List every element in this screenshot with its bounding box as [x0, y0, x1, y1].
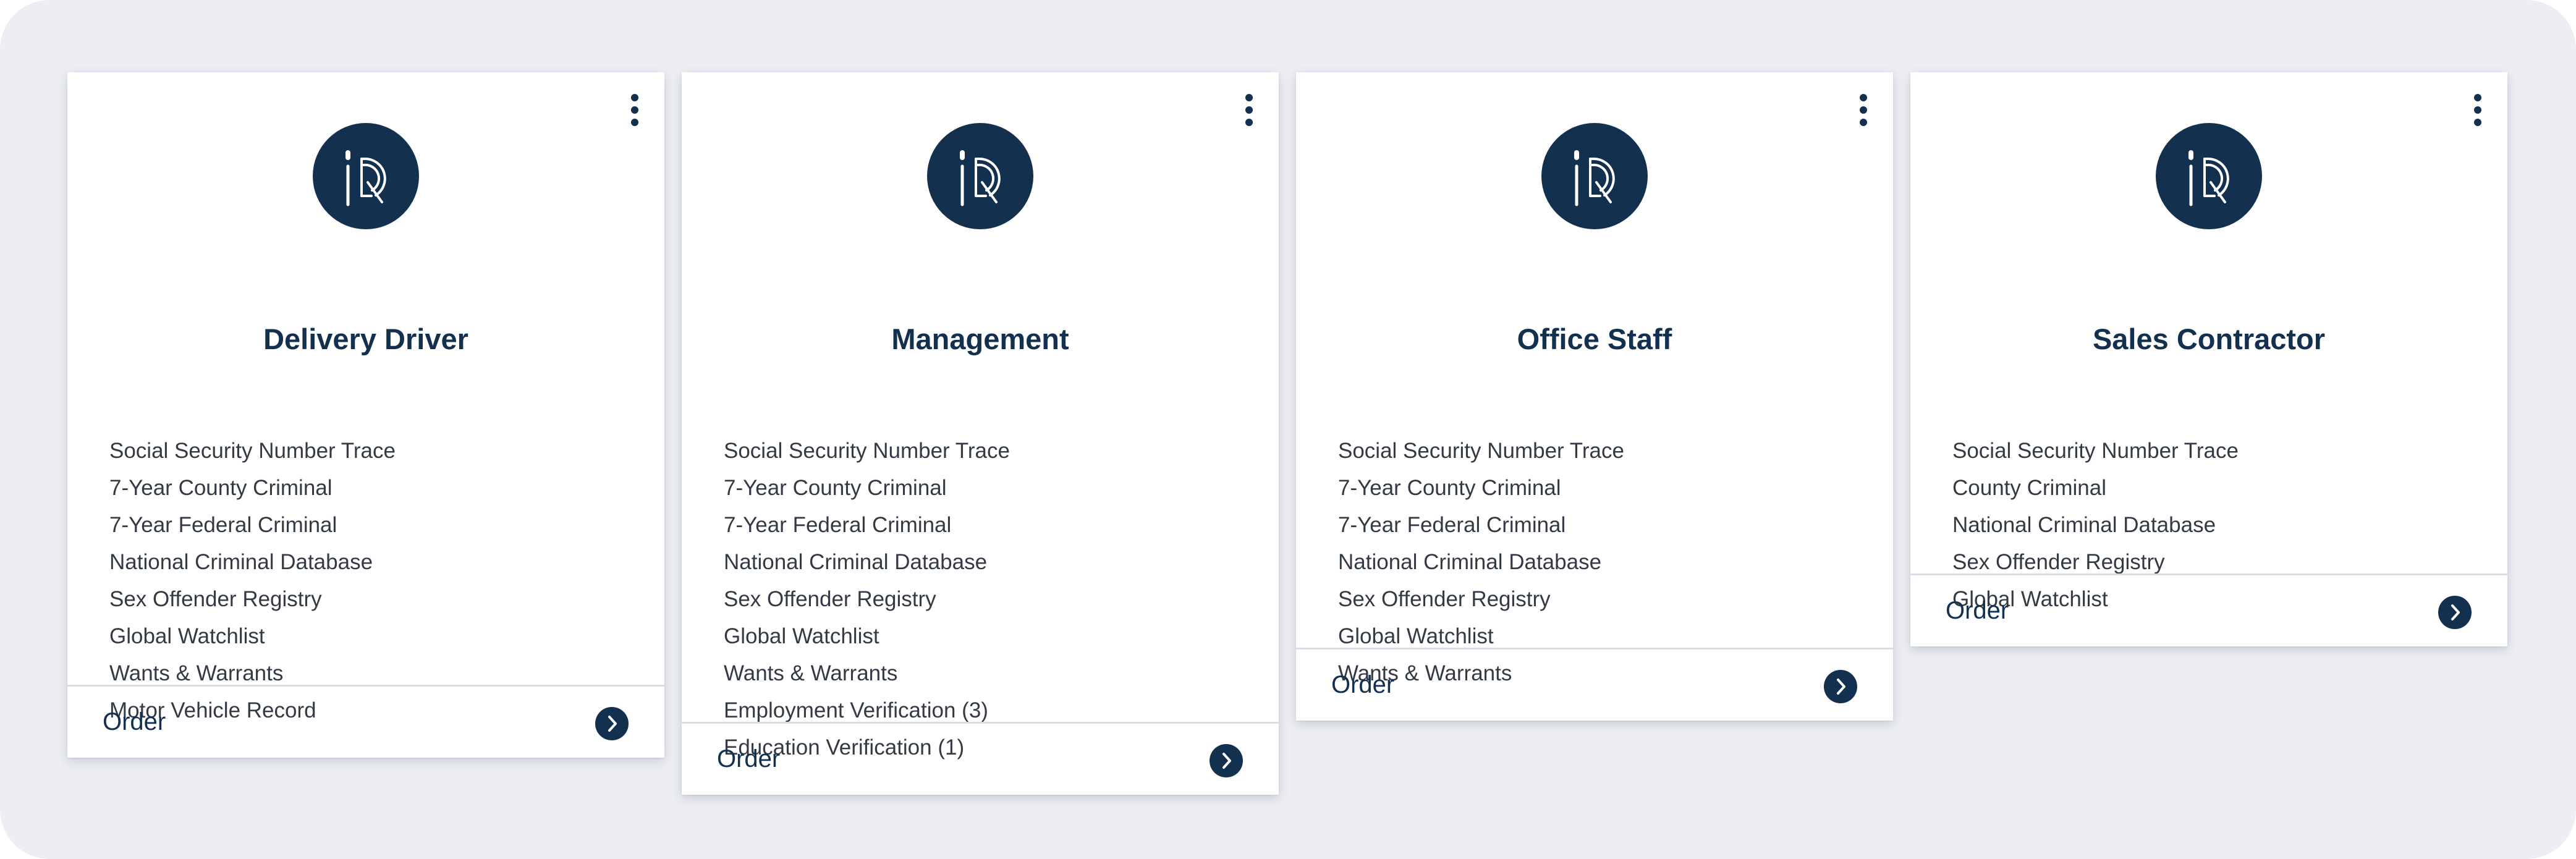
id-logo-icon: [313, 123, 419, 229]
id-logo-icon: [2156, 123, 2262, 229]
more-options-icon[interactable]: [1235, 87, 1263, 133]
list-item: National Criminal Database: [1338, 550, 1602, 574]
list-item: National Criminal Database: [724, 550, 988, 574]
list-item: 7-Year County Criminal: [724, 476, 947, 500]
list-item: 7-Year Federal Criminal: [724, 513, 952, 537]
card-title: Management: [891, 323, 1069, 355]
list-item: Global Watchlist: [724, 624, 879, 648]
list-item: Social Security Number Trace: [109, 439, 396, 463]
order-button[interactable]: Order: [1910, 573, 2507, 646]
feature-list: Social Security Number Trace 7-Year Coun…: [724, 433, 1254, 766]
list-item: Sex Offender Registry: [1338, 587, 1551, 611]
list-item: Sex Offender Registry: [109, 587, 322, 611]
list-item: 7-Year Federal Criminal: [109, 513, 337, 537]
package-card-management: Management Social Security Number Trace …: [682, 72, 1279, 795]
order-label: Order: [717, 745, 781, 772]
chevron-right-circle-icon[interactable]: [1824, 670, 1857, 703]
list-item: Sex Offender Registry: [724, 587, 936, 611]
list-item: Social Security Number Trace: [1952, 439, 2239, 463]
list-item: 7-Year Federal Criminal: [1338, 513, 1566, 537]
list-item: Wants & Warrants: [724, 661, 898, 685]
chevron-right-circle-icon[interactable]: [1210, 744, 1243, 777]
chevron-right-circle-icon[interactable]: [595, 707, 629, 740]
id-logo-icon: [927, 123, 1033, 229]
order-label: Order: [1946, 597, 2009, 624]
package-card-delivery-driver: Delivery Driver Social Security Number T…: [67, 72, 664, 758]
more-options-icon[interactable]: [621, 87, 648, 133]
list-item: Social Security Number Trace: [724, 439, 1010, 463]
package-card-sales-contractor: Sales Contractor Social Security Number …: [1910, 72, 2507, 646]
list-item: 7-Year County Criminal: [1338, 476, 1561, 500]
card-title: Sales Contractor: [2092, 323, 2326, 355]
id-logo-icon: [1541, 123, 1648, 229]
card-title: Office Staff: [1517, 323, 1672, 355]
card-title: Delivery Driver: [263, 323, 468, 355]
package-cards-panel: Delivery Driver Social Security Number T…: [0, 0, 2576, 859]
list-item: 7-Year County Criminal: [109, 476, 333, 500]
order-button[interactable]: Order: [682, 722, 1279, 795]
order-button[interactable]: Order: [67, 685, 664, 758]
list-item: National Criminal Database: [109, 550, 373, 574]
package-card-office-staff: Office Staff Social Security Number Trac…: [1296, 72, 1893, 721]
list-item: National Criminal Database: [1952, 513, 2216, 537]
order-button[interactable]: Order: [1296, 648, 1893, 721]
more-options-icon[interactable]: [1850, 87, 1877, 133]
order-label: Order: [103, 708, 166, 735]
list-item: County Criminal: [1952, 476, 2106, 500]
order-label: Order: [1331, 671, 1395, 698]
list-item: Global Watchlist: [109, 624, 265, 648]
more-options-icon[interactable]: [2464, 87, 2491, 133]
chevron-right-circle-icon[interactable]: [2438, 596, 2472, 629]
list-item: Social Security Number Trace: [1338, 439, 1624, 463]
